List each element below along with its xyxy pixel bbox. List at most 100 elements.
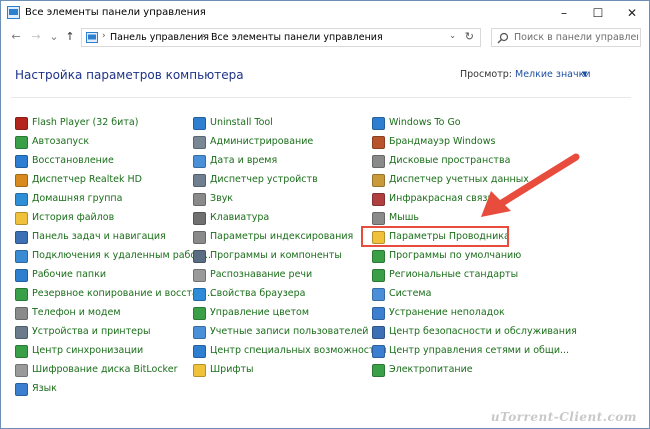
programs-icon: [193, 250, 206, 263]
color-management-icon: [193, 307, 206, 320]
control-panel-item-label[interactable]: История файлов: [32, 212, 114, 223]
window-title: Все элементы панели управления: [25, 7, 206, 18]
control-panel-item-label[interactable]: Домашняя группа: [32, 193, 122, 204]
windows-to-go-icon: [372, 117, 385, 130]
view-dropdown-caret-icon[interactable]: ▼: [582, 70, 587, 78]
control-panel-item-label[interactable]: Шрифты: [210, 364, 254, 375]
control-panel-item-label[interactable]: Автозапуск: [32, 136, 89, 147]
control-panel-item-label[interactable]: Устройства и принтеры: [32, 326, 151, 337]
minimize-button[interactable]: –: [547, 1, 581, 25]
control-panel-item-label[interactable]: Диспетчер устройств: [210, 174, 318, 185]
control-panel-item-label[interactable]: Администрирование: [210, 136, 313, 147]
credential-manager-icon: [372, 174, 385, 187]
date-time-icon: [193, 155, 206, 168]
speech-icon: [193, 269, 206, 282]
uninstall-tool-icon: [193, 117, 206, 130]
control-panel-item-label[interactable]: Учетные записи пользователей: [210, 326, 368, 337]
admin-tools-icon: [193, 136, 206, 149]
watermark: uTorrent-Client.com: [490, 410, 637, 424]
red-arrow-icon: [481, 153, 580, 217]
search-box[interactable]: [491, 28, 641, 47]
region-icon: [372, 269, 385, 282]
network-center-icon: [372, 345, 385, 358]
control-panel-item-label[interactable]: Региональные стандарты: [389, 269, 518, 280]
troubleshooting-icon: [372, 307, 385, 320]
control-panel-item-label[interactable]: Подключения к удаленным рабоч...: [32, 250, 211, 261]
control-panel-item-label[interactable]: Центр безопасности и обслуживания: [389, 326, 577, 337]
navigation-bar: ← → ⌄ ↑ › Панель управления › Все элемен…: [1, 25, 649, 51]
control-panel-item-label[interactable]: Электропитание: [389, 364, 473, 375]
view-by-label: Просмотр:: [460, 69, 512, 80]
control-panel-item-label[interactable]: Мышь: [389, 212, 419, 223]
control-panel-item-label[interactable]: Рабочие папки: [32, 269, 106, 280]
control-panel-item-label[interactable]: Диспетчер Realtek HD: [32, 174, 142, 185]
control-panel-item-label[interactable]: Шифрование диска BitLocker: [32, 364, 177, 375]
control-panel-item-label[interactable]: Управление цветом: [210, 307, 309, 318]
header-divider: [11, 97, 631, 98]
control-panel-item-label[interactable]: Uninstall Tool: [210, 117, 273, 128]
realtek-icon: [15, 174, 28, 187]
search-icon: [497, 32, 509, 44]
control-panel-item-label[interactable]: Параметры индексирования: [210, 231, 353, 242]
internet-options-icon: [193, 288, 206, 301]
close-button[interactable]: ✕: [615, 1, 649, 25]
security-maintenance-icon: [372, 326, 385, 339]
control-panel-item-label[interactable]: Центр управления сетями и общи...: [389, 345, 569, 356]
firewall-icon: [372, 136, 385, 149]
system-icon: [372, 288, 385, 301]
title-bar[interactable]: Все элементы панели управления – ☐ ✕: [1, 1, 649, 25]
control-panel-item-label[interactable]: Язык: [32, 383, 57, 394]
device-manager-icon: [193, 174, 206, 187]
search-input[interactable]: [514, 30, 638, 45]
control-panel-item-label[interactable]: Резервное копирование и восстан...: [32, 288, 213, 299]
back-arrow-icon[interactable]: ←: [9, 30, 23, 44]
phone-modem-icon: [15, 307, 28, 320]
recent-locations-chevron-icon[interactable]: ⌄: [47, 30, 61, 44]
remote-desktop-icon: [15, 250, 28, 263]
control-panel-item-label[interactable]: Свойства браузера: [210, 288, 306, 299]
control-panel-item-label[interactable]: Распознавание речи: [210, 269, 312, 280]
breadcrumb-separator: ›: [102, 31, 106, 41]
control-panel-item-label[interactable]: Устранение неполадок: [389, 307, 505, 318]
control-panel-item-label[interactable]: Программы и компоненты: [210, 250, 342, 261]
address-bar[interactable]: › Панель управления › Все элементы панел…: [81, 28, 481, 47]
flash-icon: [15, 117, 28, 130]
breadcrumb-control-panel[interactable]: Панель управления: [110, 32, 209, 43]
control-panel-item-label[interactable]: Программы по умолчанию: [389, 250, 521, 261]
file-history-icon: [15, 212, 28, 225]
control-panel-item-label[interactable]: Дата и время: [210, 155, 277, 166]
breadcrumb-all-items[interactable]: Все элементы панели управления: [211, 32, 383, 43]
control-panel-item-label[interactable]: Flash Player (32 бита): [32, 117, 138, 128]
maximize-button[interactable]: ☐: [581, 1, 615, 25]
address-dropdown-chevron-icon[interactable]: ⌄: [449, 31, 456, 40]
control-panel-item-label[interactable]: Система: [389, 288, 431, 299]
control-panel-item-label[interactable]: Телефон и модем: [32, 307, 120, 318]
control-panel-item-label[interactable]: Центр синхронизации: [32, 345, 143, 356]
control-panel-item-label[interactable]: Клавиатура: [210, 212, 269, 223]
forward-arrow-icon[interactable]: →: [29, 30, 43, 44]
keyboard-icon: [193, 212, 206, 225]
default-programs-icon: [372, 250, 385, 263]
taskbar-icon: [15, 231, 28, 244]
power-options-icon: [372, 364, 385, 377]
control-panel-item-label[interactable]: Звук: [210, 193, 233, 204]
view-by-dropdown[interactable]: Мелкие значки: [515, 69, 591, 80]
control-panel-item-label[interactable]: Центр специальных возможностей: [210, 345, 387, 356]
breadcrumb-separator: ›: [202, 31, 206, 41]
autoplay-icon: [15, 136, 28, 149]
devices-printers-icon: [15, 326, 28, 339]
control-panel-item-label[interactable]: Брандмауэр Windows: [389, 136, 495, 147]
bitlocker-icon: [15, 364, 28, 377]
sound-icon: [193, 193, 206, 206]
user-accounts-icon: [193, 326, 206, 339]
control-panel-item-label[interactable]: Восстановление: [32, 155, 114, 166]
control-panel-item-label[interactable]: Панель задач и навигация: [32, 231, 166, 242]
indexing-icon: [193, 231, 206, 244]
control-panel-item-label[interactable]: Windows To Go: [389, 117, 461, 128]
refresh-icon[interactable]: ↻: [465, 30, 474, 43]
control-panel-location-icon: [86, 32, 98, 43]
ease-of-access-icon: [193, 345, 206, 358]
control-panel-app-icon: [7, 6, 20, 19]
recovery-icon: [15, 155, 28, 168]
up-arrow-icon[interactable]: ↑: [63, 30, 77, 44]
